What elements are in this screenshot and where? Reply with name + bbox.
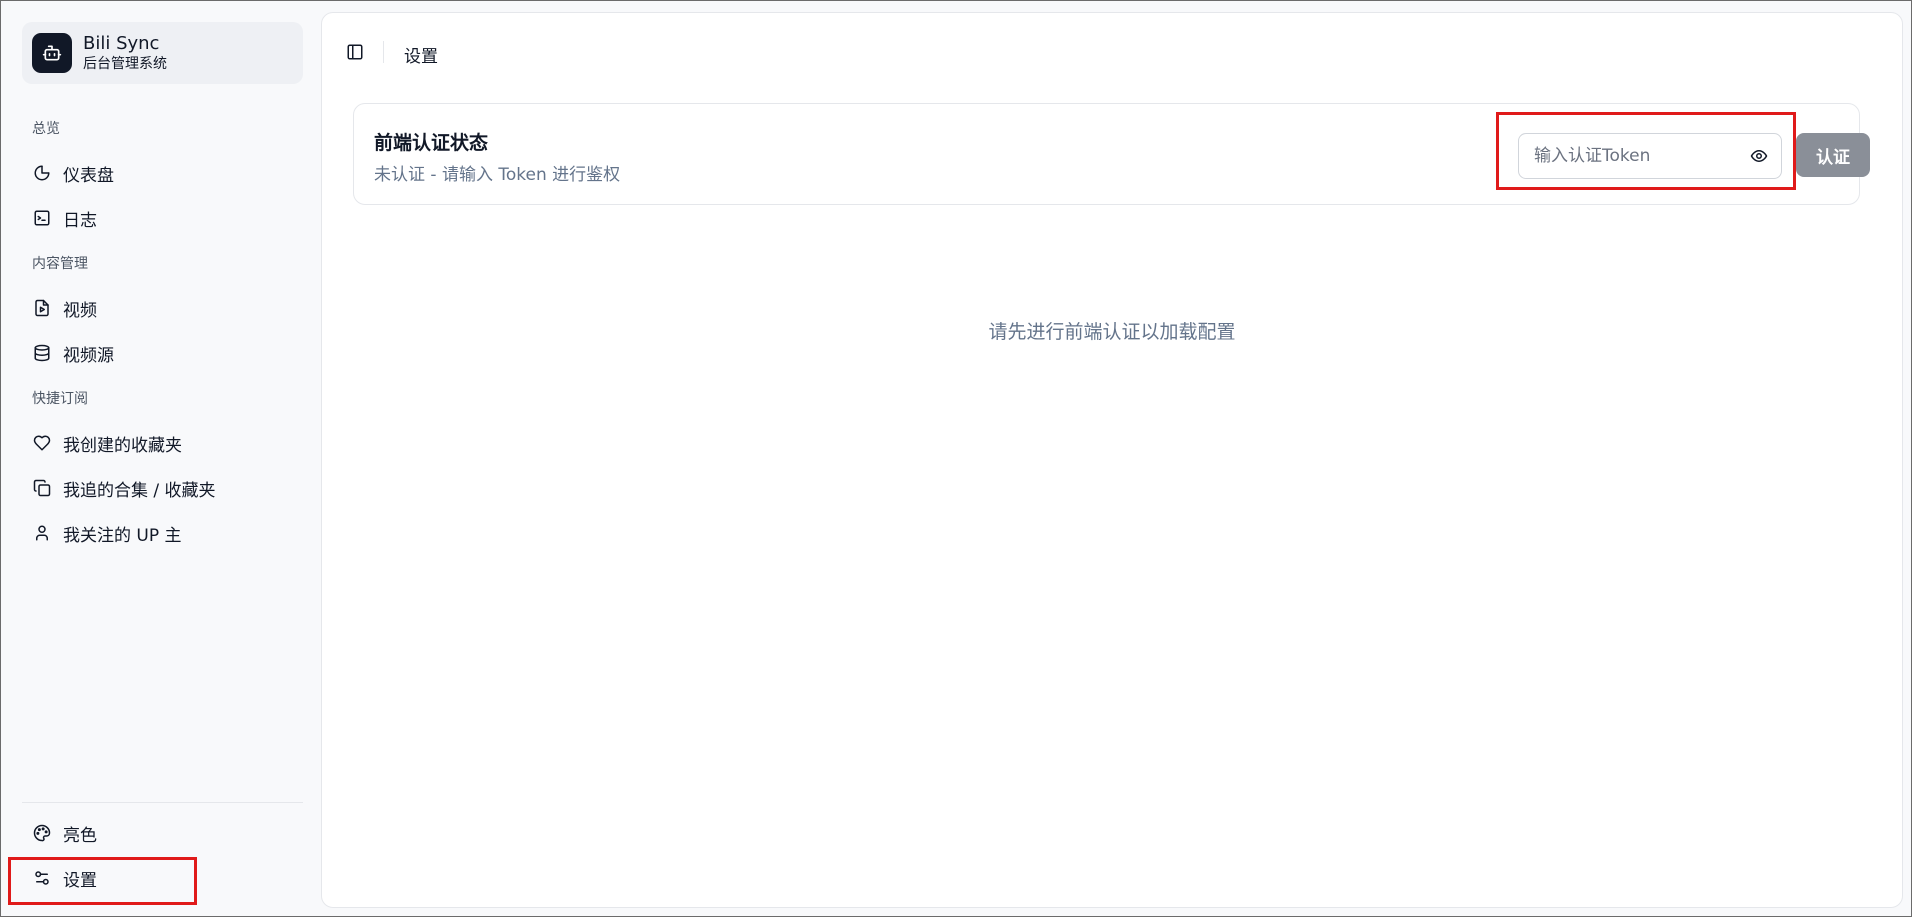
group-label-overview: 总览 (32, 121, 60, 137)
brand-header[interactable]: Bili Sync 后台管理系统 (22, 22, 303, 84)
sidebar-item-logs[interactable]: 日志 (22, 198, 303, 238)
terminal-icon (32, 208, 52, 228)
sidebar-item-dashboard[interactable]: 仪表盘 (22, 153, 303, 193)
app-subtitle: 后台管理系统 (83, 56, 167, 72)
sidebar-toggle-icon (347, 44, 363, 60)
auth-status-text: 未认证 - 请输入 Token 进行鉴权 (374, 165, 621, 185)
video-file-icon (32, 298, 52, 318)
palette-icon (32, 823, 52, 843)
heart-icon (32, 433, 52, 453)
sidebar-item-label: 仪表盘 (63, 165, 114, 186)
app-title: Bili Sync (83, 33, 160, 54)
sidebar-item-video-sources[interactable]: 视频源 (22, 333, 303, 373)
show-password-button[interactable] (1749, 146, 1769, 166)
sidebar-item-theme[interactable]: 亮色 (22, 813, 303, 853)
sidebar-divider (22, 802, 303, 803)
sidebar-item-label: 我追的合集 / 收藏夹 (63, 480, 216, 501)
sidebar-item-followed-collections[interactable]: 我追的合集 / 收藏夹 (22, 468, 303, 508)
database-icon (32, 343, 52, 363)
copy-icon (32, 478, 52, 498)
user-icon (32, 523, 52, 543)
sidebar-toggle-button[interactable] (344, 41, 366, 63)
token-input[interactable] (1519, 134, 1739, 178)
sidebar-item-label: 我创建的收藏夹 (63, 435, 182, 456)
sidebar-item-label: 视频 (63, 300, 97, 321)
sidebar-item-label: 视频源 (63, 345, 114, 366)
sidebar: Bili Sync 后台管理系统 总览 仪表盘 日志 内容管理 视频 视频源 快… (2, 2, 320, 916)
pie-chart-icon (32, 163, 52, 183)
main-panel: 设置 前端认证状态 未认证 - 请输入 Token 进行鉴权 认证 请先进行前端… (321, 12, 1903, 908)
sidebar-item-settings[interactable]: 设置 (22, 858, 303, 898)
sidebar-item-label: 我关注的 UP 主 (63, 525, 182, 546)
sidebar-item-label: 亮色 (63, 825, 97, 846)
sidebar-item-followed-uploaders[interactable]: 我关注的 UP 主 (22, 513, 303, 553)
empty-config-message: 请先进行前端认证以加载配置 (988, 321, 1236, 343)
sidebar-item-my-favorites[interactable]: 我创建的收藏夹 (22, 423, 303, 463)
auth-status-card: 前端认证状态 未认证 - 请输入 Token 进行鉴权 认证 (353, 103, 1870, 205)
sidebar-item-label: 日志 (63, 210, 97, 231)
auth-title: 前端认证状态 (374, 132, 489, 154)
bot-icon (32, 33, 72, 73)
sidebar-item-videos[interactable]: 视频 (22, 288, 303, 328)
group-label-subscriptions: 快捷订阅 (32, 391, 88, 407)
page-title: 设置 (404, 47, 438, 67)
token-field (1518, 133, 1782, 179)
sliders-icon (32, 868, 52, 888)
topbar-separator (383, 41, 384, 63)
eye-icon (1750, 150, 1768, 162)
group-label-content: 内容管理 (32, 256, 88, 272)
authenticate-button[interactable]: 认证 (1796, 133, 1870, 177)
sidebar-item-label: 设置 (63, 870, 97, 891)
app-window: Bili Sync 后台管理系统 总览 仪表盘 日志 内容管理 视频 视频源 快… (0, 0, 1912, 917)
